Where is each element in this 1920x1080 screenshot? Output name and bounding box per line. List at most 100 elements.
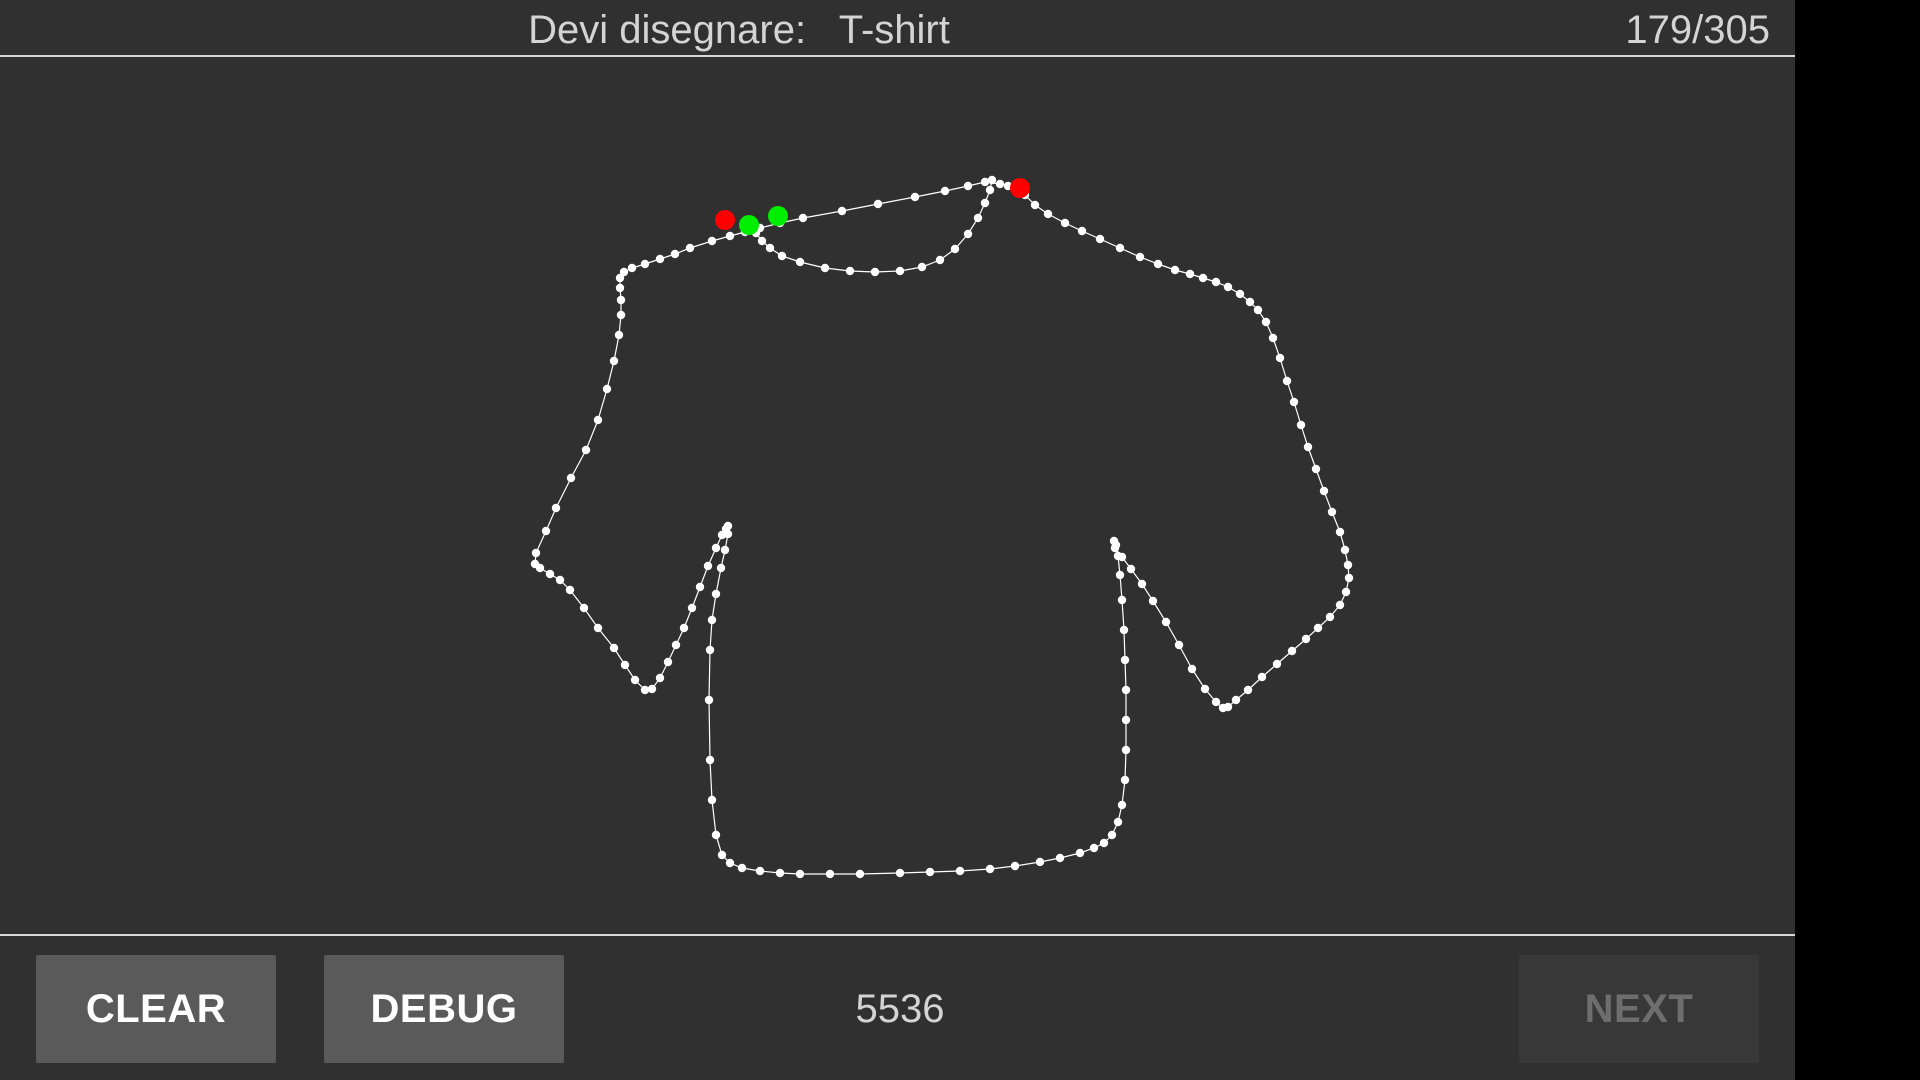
sketch-point (1117, 552, 1127, 562)
sketch-point (655, 254, 665, 264)
sketch-point (671, 640, 681, 650)
sketch-point (615, 283, 625, 293)
sketch-point (963, 181, 973, 191)
sketch-point (609, 356, 619, 366)
sketch-point (1303, 442, 1313, 452)
sketch-point (593, 623, 603, 633)
sketch-point (1161, 617, 1171, 627)
sketch-point (995, 179, 1005, 189)
sketch-point (1030, 200, 1040, 210)
sketch-point (705, 755, 715, 765)
sketch-point (777, 251, 787, 261)
sketch-point (895, 868, 905, 878)
sketch-point (717, 850, 727, 860)
sketch-point (1187, 664, 1197, 674)
sketch-point (1055, 853, 1065, 863)
sketch-point (1095, 234, 1105, 244)
sketch-point (1289, 397, 1299, 407)
sketch-point (737, 863, 747, 873)
sketch-point (1153, 259, 1163, 269)
sketch-point (955, 866, 965, 876)
sketch-point (1253, 305, 1263, 315)
next-button: NEXT (1519, 955, 1759, 1063)
sketch-point (775, 868, 785, 878)
sketch-point (723, 529, 733, 539)
sketch-point (555, 575, 565, 585)
sketch-point (1107, 830, 1117, 840)
sketch-point (1010, 861, 1020, 871)
drawing-prompt: Devi disegnare: T-shirt (0, 0, 1478, 57)
sketch-point (541, 526, 551, 536)
sketch-point (1268, 333, 1278, 343)
sketch-point (1343, 560, 1353, 570)
sketch-point (1120, 775, 1130, 785)
sketch-point (1211, 697, 1221, 707)
score-value: 5536 (855, 986, 945, 1031)
sketch-point (687, 603, 697, 613)
sketch-point (1327, 507, 1337, 517)
sketch-point (873, 199, 883, 209)
sketch-point (695, 582, 705, 592)
sketch-point (1275, 353, 1285, 363)
sketch-point (655, 673, 665, 683)
sketch-point (1223, 282, 1233, 292)
sketch-point (1313, 623, 1323, 633)
debug-marker-red (1010, 178, 1030, 198)
sketch-point (630, 675, 640, 685)
sketch-point (707, 795, 717, 805)
sketch-point (1211, 277, 1221, 287)
debug-marker-red (715, 210, 735, 230)
sketch-point (1115, 243, 1125, 253)
sketch-point (917, 262, 927, 272)
sketch-point (535, 563, 545, 573)
clear-button[interactable]: CLEAR (36, 955, 276, 1063)
prompt-label: Devi disegnare: (528, 8, 807, 52)
drawing-canvas[interactable] (0, 57, 1795, 934)
sketch-point (870, 267, 880, 277)
sketch-point (1089, 843, 1099, 853)
sketch-stroke-2 (752, 179, 993, 273)
sketch-point (963, 229, 973, 239)
sketch-point (704, 695, 714, 705)
sketch-point (1198, 273, 1208, 283)
sketch-point (593, 415, 603, 425)
sketch-point (602, 384, 612, 394)
sketch-point (614, 330, 624, 340)
sketch-point (725, 231, 735, 241)
sketch-point (1121, 715, 1131, 725)
sketch-point (1121, 745, 1131, 755)
sketch-point (1120, 655, 1130, 665)
sketch-point (985, 864, 995, 874)
sketch-point (1344, 573, 1354, 583)
sketch-point (1200, 684, 1210, 694)
sketch-point (1137, 579, 1147, 589)
sketch-point (935, 255, 945, 265)
sketch-point (1113, 817, 1123, 827)
sketch-point (1170, 265, 1180, 275)
sketch-point (1319, 486, 1329, 496)
sketch-point (579, 603, 589, 613)
sketch-point (1325, 612, 1335, 622)
sketch-point (798, 213, 808, 223)
sketch-point (757, 236, 767, 246)
sketch-point (1174, 640, 1184, 650)
sketch-point (1287, 646, 1297, 656)
target-word: T-shirt (838, 8, 950, 52)
sketch-point (609, 643, 619, 653)
sketch-point (581, 445, 591, 455)
sketch-point (1296, 420, 1306, 430)
sketch-point (531, 548, 541, 558)
sketch-point (973, 213, 983, 223)
sketch-point (663, 657, 673, 667)
sketch-point (1077, 226, 1087, 236)
sketch-point (795, 869, 805, 879)
debug-button[interactable]: DEBUG (324, 955, 564, 1063)
sketch-point (765, 243, 775, 253)
sketch-point (716, 563, 726, 573)
sketch-point (1301, 634, 1311, 644)
sketch-point (1119, 625, 1129, 635)
sketch-point (1335, 600, 1345, 610)
sketch-point (825, 869, 835, 879)
sketch-point (616, 295, 626, 305)
sketch-point (1185, 269, 1195, 279)
